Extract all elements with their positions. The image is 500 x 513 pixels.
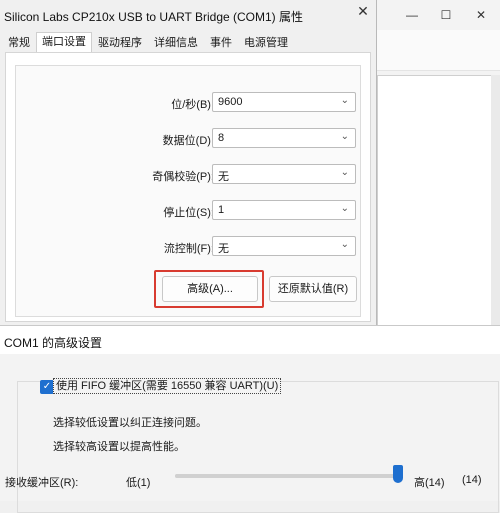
- chevron-down-icon: ⌄: [340, 203, 349, 214]
- background-window-titlebar: — ☐ ✕: [377, 0, 500, 30]
- background-window: — ☐ ✕: [376, 0, 500, 330]
- stop-bits-value: 1: [218, 204, 225, 216]
- stop-bits-row: 停止位(S): 1 ⌄: [16, 200, 356, 222]
- receive-buffer-value: (14): [462, 474, 482, 486]
- data-bits-select[interactable]: 8 ⌄: [212, 128, 356, 148]
- fifo-checkbox-label[interactable]: 使用 FIFO 缓冲区(需要 16550 兼容 UART)(U): [53, 378, 282, 394]
- minimize-icon[interactable]: —: [405, 8, 419, 22]
- tab-general[interactable]: 常规: [2, 33, 36, 53]
- receive-buffer-slider-track[interactable]: [175, 474, 403, 478]
- parity-label: 奇偶校验(P):: [152, 171, 214, 183]
- flow-control-row: 流控制(F): 无 ⌄: [16, 236, 356, 258]
- chevron-down-icon: ⌄: [340, 131, 349, 142]
- stop-bits-select[interactable]: 1 ⌄: [212, 200, 356, 220]
- dialog-title: Silicon Labs CP210x USB to UART Bridge (…: [4, 10, 303, 24]
- fifo-checkbox[interactable]: ✓: [40, 380, 54, 394]
- tab-details[interactable]: 详细信息: [148, 33, 204, 53]
- receive-buffer-slider-thumb[interactable]: [393, 465, 403, 483]
- flow-control-select[interactable]: 无 ⌄: [212, 236, 356, 256]
- data-bits-row: 数据位(D): 8 ⌄: [16, 128, 356, 150]
- chevron-down-icon: ⌄: [340, 167, 349, 178]
- highlight-box: [154, 270, 264, 308]
- background-window-toolbar: [377, 30, 500, 71]
- advanced-dialog-title: COM1 的高级设置: [4, 336, 103, 350]
- hint-low-setting: 选择较低设置以纠正连接问题。: [53, 417, 207, 429]
- close-icon[interactable]: ✕: [474, 8, 488, 22]
- properties-dialog: Silicon Labs CP210x USB to UART Bridge (…: [0, 0, 377, 330]
- baud-rate-label: 位/秒(B):: [171, 99, 214, 111]
- tab-events[interactable]: 事件: [204, 33, 238, 53]
- receive-buffer-label: 接收缓冲区(R):: [5, 477, 79, 489]
- flow-control-label: 流控制(F):: [163, 243, 214, 255]
- tab-bar: 常规 端口设置 驱动程序 详细信息 事件 电源管理: [2, 32, 294, 54]
- tab-port-settings[interactable]: 端口设置: [36, 32, 92, 54]
- baud-rate-select[interactable]: 9600 ⌄: [212, 92, 356, 112]
- maximize-icon[interactable]: ☐: [439, 8, 453, 22]
- data-bits-label: 数据位(D):: [162, 135, 214, 147]
- baud-rate-row: 位/秒(B): 9600 ⌄: [16, 92, 356, 114]
- parity-value: 无: [218, 171, 229, 183]
- chevron-down-icon: ⌄: [340, 95, 349, 106]
- stop-bits-label: 停止位(S):: [163, 207, 214, 219]
- chevron-down-icon: ⌄: [340, 239, 349, 250]
- receive-buffer-slider-fill: [175, 474, 403, 478]
- background-window-content: [377, 75, 500, 330]
- baud-rate-value: 9600: [218, 96, 243, 108]
- data-bits-value: 8: [218, 132, 225, 144]
- parity-select[interactable]: 无 ⌄: [212, 164, 356, 184]
- hint-high-setting: 选择较高设置以提高性能。: [53, 441, 185, 453]
- restore-defaults-button[interactable]: 还原默认值(R): [269, 276, 357, 302]
- slider-high-label: 高(14): [414, 477, 445, 489]
- close-icon[interactable]: ✕: [355, 3, 371, 19]
- flow-control-value: 无: [218, 243, 229, 255]
- slider-low-label: 低(1): [126, 477, 151, 489]
- tab-power-management[interactable]: 电源管理: [238, 33, 294, 53]
- parity-row: 奇偶校验(P): 无 ⌄: [16, 164, 356, 186]
- background-window-scrollbar[interactable]: [491, 75, 500, 330]
- tab-driver[interactable]: 驱动程序: [92, 33, 148, 53]
